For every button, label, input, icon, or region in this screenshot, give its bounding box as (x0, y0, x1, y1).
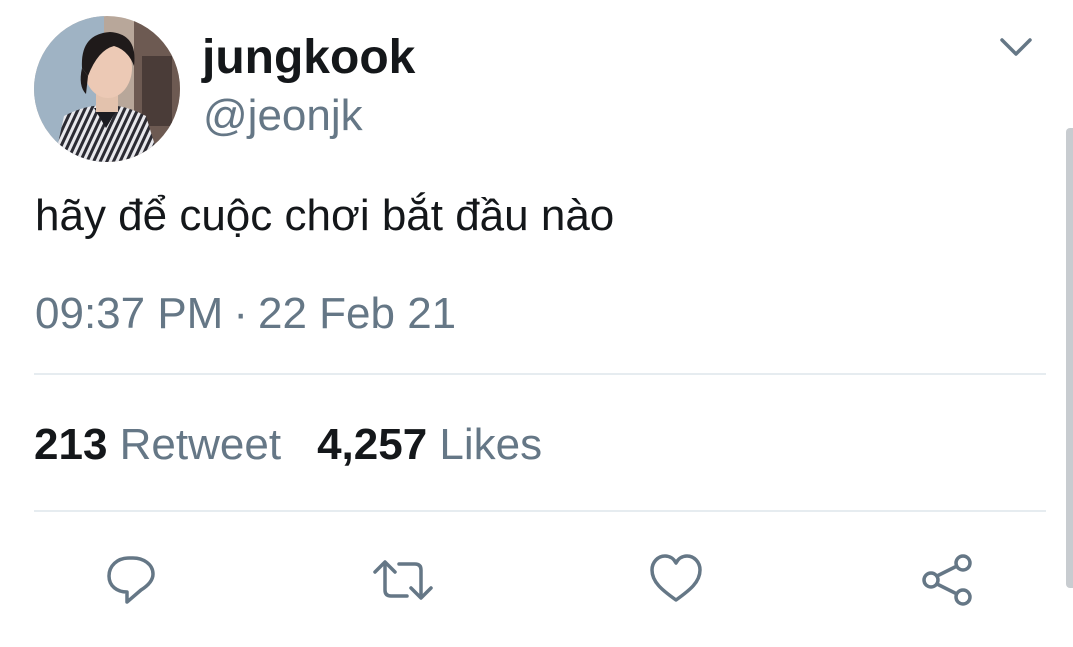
divider (34, 510, 1046, 512)
retweets-stat[interactable]: 213 Retweet (34, 420, 281, 469)
likes-label: Likes (439, 420, 543, 469)
chevron-down-icon (1000, 38, 1032, 56)
tweet-date: 22 Feb 21 (258, 289, 457, 338)
tweet-text: hãy để cuộc chơi bắt đầu nào (35, 191, 615, 240)
retweet-icon (373, 560, 433, 600)
retweets-count: 213 (34, 420, 108, 469)
likes-count: 4,257 (317, 420, 428, 469)
share-button[interactable] (919, 552, 975, 608)
user-handle[interactable]: @jeonjk (203, 90, 363, 142)
like-button[interactable] (648, 552, 704, 608)
like-icon (650, 554, 702, 602)
reply-icon (107, 556, 155, 604)
retweet-button[interactable] (371, 552, 433, 608)
tweet-stats: 213 Retweet 4,257 Likes (34, 417, 542, 473)
tweet-timestamp[interactable]: 09:37 PM · 22 Feb 21 (35, 286, 456, 342)
avatar[interactable] (34, 16, 180, 162)
tweet-menu-button[interactable] (996, 32, 1036, 64)
tweet-time: 09:37 PM (35, 289, 224, 338)
share-icon (922, 554, 972, 606)
reply-button[interactable] (103, 552, 159, 608)
display-name[interactable]: jungkook (202, 30, 415, 86)
likes-stat[interactable]: 4,257 Likes (317, 420, 542, 469)
retweets-label: Retweet (119, 420, 282, 469)
avatar-image (34, 16, 180, 162)
scrollbar[interactable] (1066, 128, 1073, 588)
meta-separator: · (233, 289, 248, 338)
divider (34, 373, 1046, 375)
